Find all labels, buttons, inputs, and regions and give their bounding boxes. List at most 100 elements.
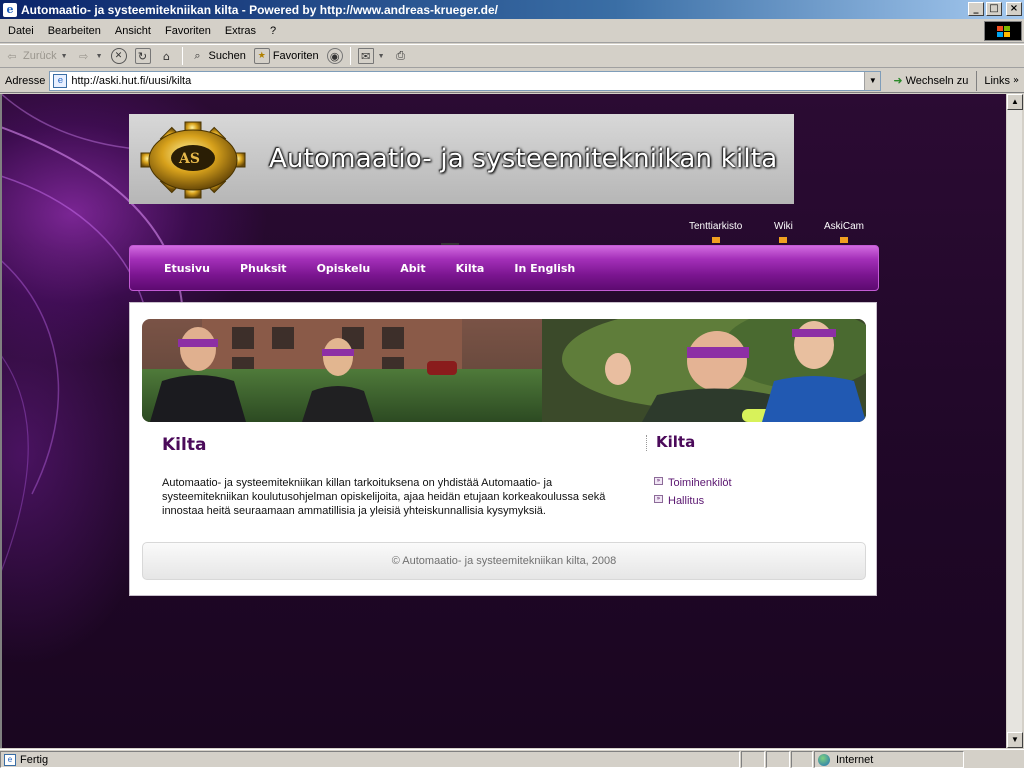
- back-dropdown-icon[interactable]: ▼: [61, 53, 68, 60]
- ie-icon: e: [3, 2, 17, 17]
- zone-label: Internet: [836, 753, 874, 766]
- hero-photo: [142, 319, 866, 422]
- toplink-label: AskiCam: [824, 221, 865, 232]
- status-panel: [766, 751, 790, 768]
- search-button[interactable]: ⌕ Suchen: [186, 45, 250, 67]
- search-icon: ⌕: [194, 49, 201, 62]
- double-chevron-icon: »: [654, 495, 663, 503]
- scroll-up-icon[interactable]: ▲: [1007, 94, 1023, 110]
- forward-dropdown-icon[interactable]: ▼: [96, 53, 103, 60]
- menu-help[interactable]: ?: [263, 25, 283, 37]
- menu-extras[interactable]: Extras: [218, 25, 263, 37]
- resize-grip[interactable]: [965, 750, 979, 768]
- page-viewport: AS Automaatio- ja systeemitekniikan kilt…: [2, 94, 1006, 748]
- toplink-askicam[interactable]: AskiCam: [824, 221, 864, 243]
- menu-ansicht[interactable]: Ansicht: [108, 25, 158, 37]
- back-arrow-icon: ⇦: [7, 49, 17, 63]
- back-label: Zurück: [23, 50, 57, 62]
- media-button[interactable]: ◉: [323, 45, 347, 67]
- page-done-icon: e: [4, 753, 16, 766]
- mail-icon: ✉: [357, 48, 374, 64]
- address-url[interactable]: http://aski.hut.fi/uusi/kilta: [71, 75, 864, 87]
- content-panel: Kilta Automaatio- ja systeemitekniikan k…: [129, 302, 877, 596]
- links-separator: [976, 70, 978, 91]
- nav-etusivu[interactable]: Etusivu: [164, 262, 210, 275]
- favorites-icon: ★: [253, 48, 270, 64]
- globe-icon: [818, 753, 830, 766]
- mail-dropdown-icon[interactable]: ▼: [378, 53, 385, 60]
- status-main: e Fertig: [0, 751, 740, 768]
- toplink-label: Wiki: [774, 221, 793, 232]
- chevron-right-icon[interactable]: »: [1013, 75, 1019, 86]
- status-bar: e Fertig Internet: [0, 749, 1024, 768]
- address-dropdown-icon[interactable]: ▼: [864, 71, 881, 90]
- home-icon: ⌂: [163, 49, 170, 63]
- links-button[interactable]: Links: [984, 75, 1010, 87]
- media-icon: ◉: [326, 48, 343, 64]
- go-arrow-icon: ➜: [893, 74, 903, 87]
- page-footer: © Automaatio- ja systeemitekniikan kilta…: [142, 542, 866, 580]
- favorites-button[interactable]: ★ Favoriten: [250, 45, 323, 67]
- address-input[interactable]: e http://aski.hut.fi/uusi/kilta ▼: [49, 70, 882, 91]
- gear-logo-icon: AS: [129, 114, 249, 204]
- toplink-marker: [779, 237, 788, 243]
- address-label: Adresse: [5, 74, 46, 87]
- print-icon: ⎙: [396, 49, 406, 62]
- forward-arrow-icon: ⇨: [78, 49, 89, 63]
- favorites-label: Favoriten: [272, 50, 319, 62]
- status-panel: [791, 751, 813, 768]
- double-chevron-icon: »: [654, 477, 663, 485]
- toplink-marker: [711, 237, 720, 243]
- status-panel: [741, 751, 765, 768]
- sidebar-links: » Toimihenkilöt » Hallitus: [654, 474, 732, 510]
- sidebar-item-toimihenkilot[interactable]: » Toimihenkilöt: [654, 474, 732, 492]
- toplink-label: Tenttiarkisto: [689, 221, 743, 232]
- sidebar-item-hallitus[interactable]: » Hallitus: [654, 492, 732, 510]
- menu-bearbeiten[interactable]: Bearbeiten: [41, 25, 108, 37]
- print-button[interactable]: ⎙: [389, 45, 413, 67]
- toplink-wiki[interactable]: Wiki: [774, 221, 793, 243]
- nav-in-english[interactable]: In English: [514, 262, 575, 275]
- intro-paragraph: Automaatio- ja systeemitekniikan killan …: [162, 477, 606, 517]
- nav-opiskelu[interactable]: Opiskelu: [317, 262, 371, 275]
- refresh-icon: ↻: [134, 48, 151, 64]
- menu-bar: Datei Bearbeiten Ansicht Favoriten Extra…: [0, 19, 1024, 43]
- title-bar: e Automaatio- ja systeemitekniikan kilta…: [0, 0, 1024, 19]
- maximize-button[interactable]: □: [986, 2, 1002, 16]
- close-button[interactable]: ×: [1006, 2, 1022, 16]
- windows-logo-icon: [984, 21, 1022, 41]
- toolbar: ⇦ Zurück ▼ ⇨ ▼ ✕ ↻ ⌂ ⌕ Suchen ★ Favorite…: [0, 44, 1024, 68]
- go-label: Wechseln zu: [905, 74, 969, 87]
- sidebar-link[interactable]: Hallitus: [668, 495, 704, 507]
- nav-abit[interactable]: Abit: [400, 262, 425, 275]
- back-button[interactable]: ⇦ Zurück ▼: [0, 45, 72, 67]
- main-navigation: Etusivu Phuksit Opiskelu Abit Kilta In E…: [129, 245, 879, 291]
- menu-favoriten[interactable]: Favoriten: [158, 25, 218, 37]
- toplink-marker: [840, 237, 848, 243]
- site-banner[interactable]: AS Automaatio- ja systeemitekniikan kilt…: [129, 114, 794, 204]
- search-label: Suchen: [208, 50, 246, 62]
- forward-button[interactable]: ⇨ ▼: [72, 45, 107, 67]
- stop-icon: ✕: [110, 48, 127, 64]
- vertical-scrollbar[interactable]: ▲ ▼: [1006, 94, 1023, 748]
- refresh-button[interactable]: ↻: [131, 45, 155, 67]
- toolbar-separator: [181, 47, 183, 65]
- security-zone[interactable]: Internet: [814, 751, 964, 768]
- svg-text:AS: AS: [178, 151, 200, 167]
- nav-phuksit[interactable]: Phuksit: [240, 262, 287, 275]
- go-button[interactable]: ➜ Wechseln zu: [889, 74, 972, 87]
- scroll-down-icon[interactable]: ▼: [1007, 732, 1023, 748]
- page-title: Kilta: [162, 435, 207, 455]
- window-title: Automaatio- ja systeemitekniikan kilta -…: [21, 2, 499, 17]
- home-button[interactable]: ⌂: [155, 45, 179, 67]
- menu-datei[interactable]: Datei: [0, 25, 41, 37]
- mail-button[interactable]: ✉ ▼: [354, 45, 389, 67]
- stop-button[interactable]: ✕: [107, 45, 131, 67]
- page-icon: e: [53, 73, 68, 88]
- toplink-tenttiarkisto[interactable]: Tenttiarkisto: [689, 221, 742, 243]
- nav-kilta[interactable]: Kilta: [456, 262, 485, 275]
- minimize-button[interactable]: _: [968, 2, 984, 16]
- sidebar-divider: [646, 435, 647, 451]
- address-bar: Adresse e http://aski.hut.fi/uusi/kilta …: [0, 69, 1024, 93]
- sidebar-link[interactable]: Toimihenkilöt: [668, 477, 732, 489]
